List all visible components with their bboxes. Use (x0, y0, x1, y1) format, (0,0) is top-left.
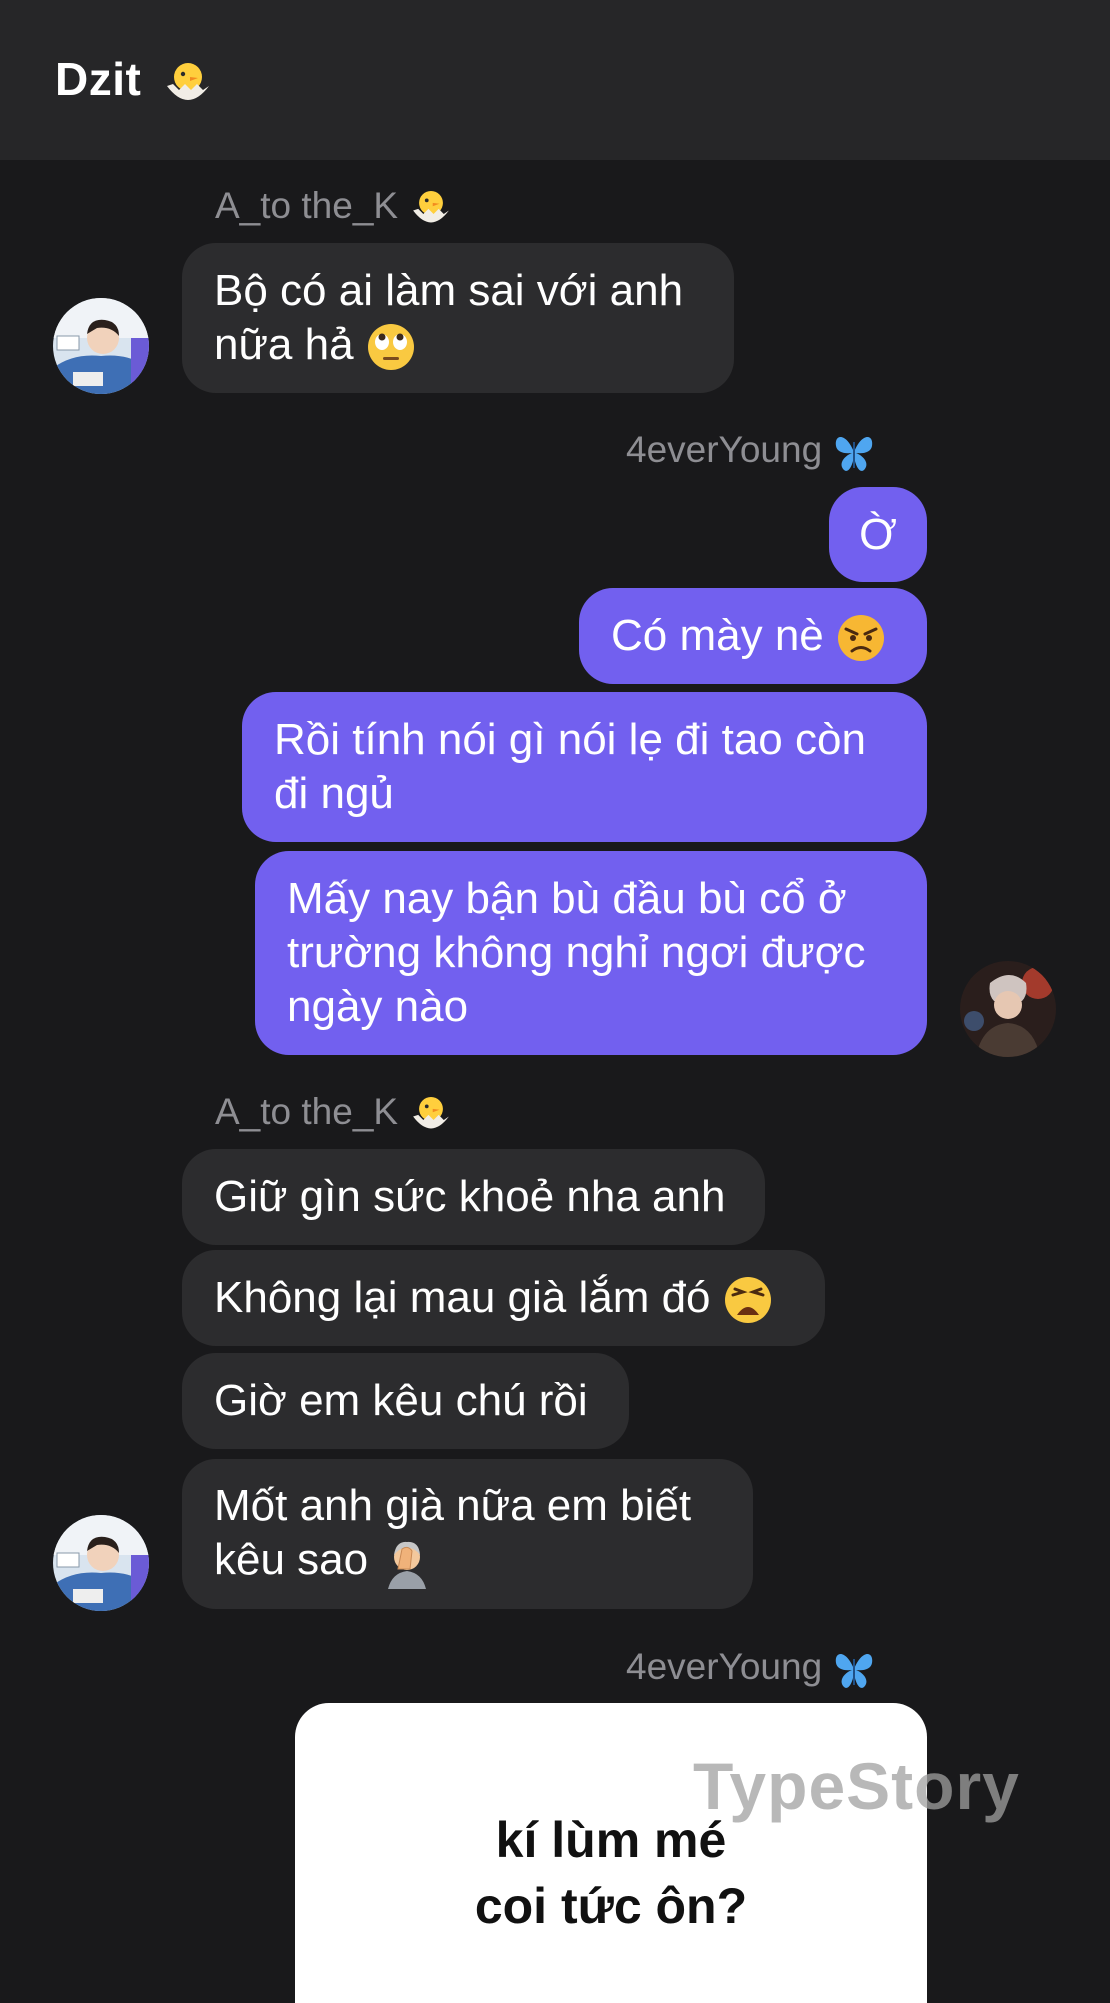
sender-label: A_to the_K (215, 1091, 399, 1132)
message-text: Có mày nè (611, 610, 824, 660)
person-facepalming-icon (388, 1542, 427, 1590)
message-bubble[interactable]: Giờ em kêu chú rồi (182, 1353, 629, 1449)
hatching-chick-icon (413, 1097, 450, 1129)
message-bubble[interactable]: Không lại mau già lắm đó (182, 1250, 825, 1346)
avatar-image (960, 961, 1056, 1057)
watermark: TypeStory (693, 1749, 1020, 1823)
message-text: Mấy nay bận bù đầu bù cổ ở trường không … (287, 874, 866, 1031)
message-bubble[interactable]: Mốt anh già nữa em biết kêu sao (182, 1459, 753, 1609)
message-bubble[interactable]: Ờ (829, 487, 927, 582)
weary-face-icon (724, 1277, 771, 1324)
sender-name: A_to the_K (215, 185, 454, 231)
avatar[interactable] (53, 298, 149, 394)
sender-name: A_to the_K (215, 1091, 454, 1137)
face-with-rolling-eyes-icon (367, 324, 414, 371)
avatar-image (53, 1515, 149, 1611)
message-bubble[interactable]: Bộ có ai làm sai với anh nữa hả (182, 243, 734, 393)
hatching-chick-icon (166, 62, 209, 100)
message-bubble[interactable]: Rồi tính nói gì nói lẹ đi tao còn đi ngủ (242, 692, 927, 842)
message-text: Rồi tính nói gì nói lẹ đi tao còn đi ngủ (274, 715, 866, 818)
message-text: Không lại mau già lắm đó (214, 1272, 711, 1322)
angry-face-icon (838, 615, 884, 662)
message-bubble[interactable]: Giữ gìn sức khoẻ nha anh (182, 1149, 765, 1245)
sticker-caption-line-2: coi tức ôn? (474, 1878, 748, 1934)
avatar[interactable] (960, 961, 1056, 1057)
chat-title[interactable]: Dzit (55, 52, 215, 110)
avatar-image (53, 298, 149, 394)
message-text: Giữ gìn sức khoẻ nha anh (214, 1172, 726, 1221)
message-bubble[interactable]: Mấy nay bận bù đầu bù cổ ở trường không … (255, 851, 927, 1055)
chat-header: Dzit (0, 0, 1110, 160)
message-bubble[interactable]: Có mày nè (579, 588, 927, 684)
message-text: Mốt anh già nữa em biết kêu sao (214, 1480, 692, 1584)
message-text: Giờ em kêu chú rồi (214, 1376, 588, 1425)
sender-label: A_to the_K (215, 185, 399, 226)
avatar[interactable] (53, 1515, 149, 1611)
sender-name: 4everYoung (626, 429, 876, 474)
butterfly-icon (836, 437, 873, 472)
butterfly-icon (836, 1654, 873, 1689)
sender-label: 4everYoung (626, 1646, 823, 1687)
hatching-chick-icon (413, 191, 450, 223)
chat-title-text: Dzit (55, 53, 142, 105)
sender-name: 4everYoung (626, 1646, 876, 1691)
sender-label: 4everYoung (626, 429, 823, 470)
message-text: Bộ có ai làm sai với anh nữa hả (214, 265, 684, 369)
message-text: Ờ (859, 509, 897, 559)
